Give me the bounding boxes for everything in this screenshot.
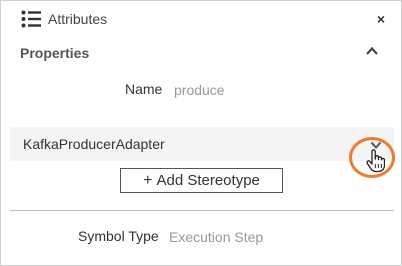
divider xyxy=(10,210,394,211)
add-stereotype-label: Add Stereotype xyxy=(156,172,260,189)
plus-icon: + xyxy=(143,172,153,189)
chevron-up-icon[interactable] xyxy=(365,45,379,57)
stereotype-row[interactable]: KafkaProducerAdapter xyxy=(10,127,394,161)
hand-pointer-icon xyxy=(366,149,385,173)
symbol-type-value: Execution Step xyxy=(169,229,264,245)
list-icon xyxy=(21,10,41,28)
add-stereotype-button[interactable]: + Add Stereotype xyxy=(120,168,283,193)
attributes-panel: Attributes × Properties Name produce Kaf… xyxy=(0,0,402,266)
close-button[interactable]: × xyxy=(373,10,389,28)
name-value[interactable]: produce xyxy=(174,82,225,98)
properties-section-title: Properties xyxy=(20,45,90,61)
stereotype-name: KafkaProducerAdapter xyxy=(23,136,165,152)
symbol-type-label: Symbol Type xyxy=(78,228,159,244)
panel-title: Attributes xyxy=(48,11,108,27)
panel-header: Attributes × xyxy=(1,1,401,37)
name-label: Name xyxy=(125,81,163,97)
